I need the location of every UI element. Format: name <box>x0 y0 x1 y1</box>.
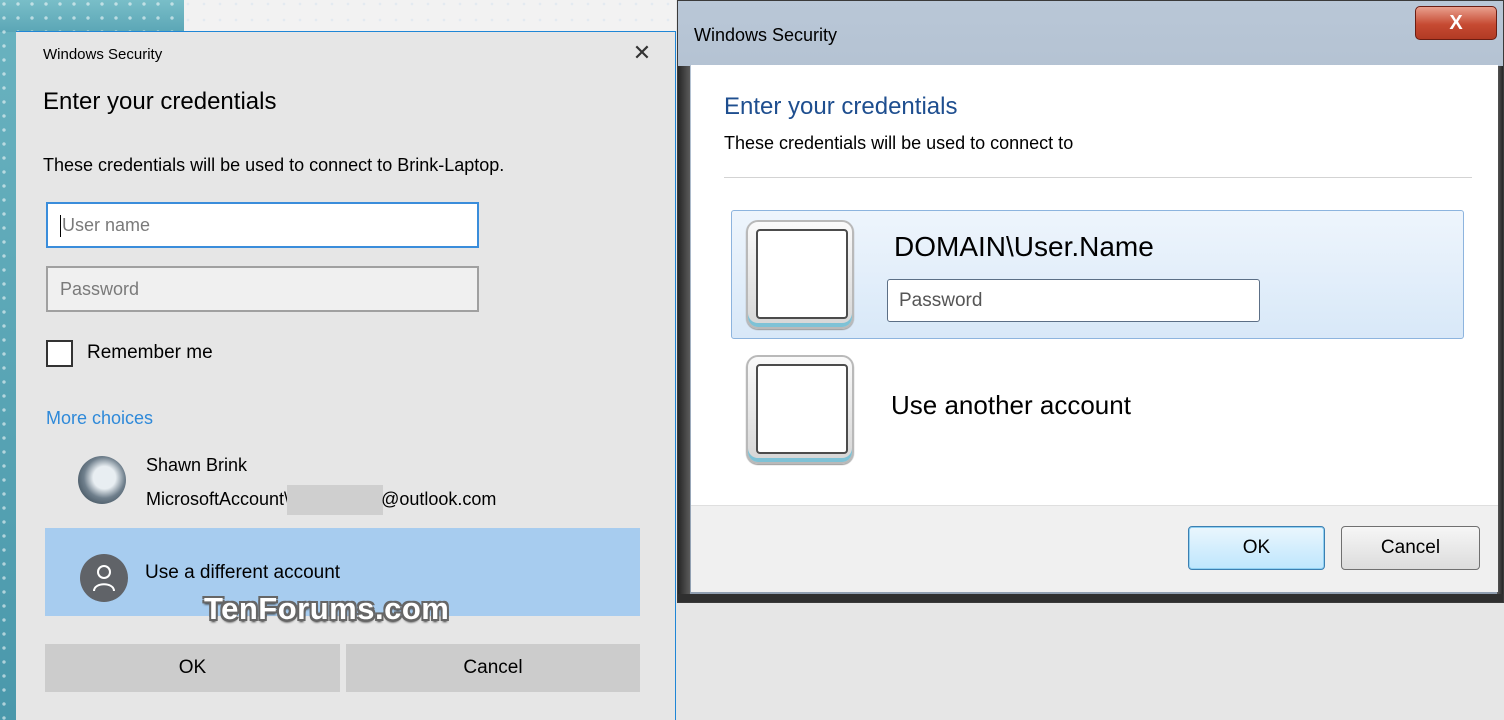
dialog-footer: OK Cancel <box>691 505 1498 592</box>
remember-me-label[interactable]: Remember me <box>87 342 213 364</box>
more-choices-link[interactable]: More choices <box>46 408 153 429</box>
dialog-title: Windows Security <box>694 25 838 45</box>
account-name: DOMAIN\User.Name <box>894 231 1154 262</box>
win7-credential-dialog: Windows Security X Enter your credential… <box>677 0 1504 603</box>
watermark: TenForums.com <box>204 591 450 626</box>
account-email-suffix: @outlook.com <box>381 488 497 509</box>
username-placeholder: User name <box>62 215 151 235</box>
dialog-description: These credentials will be used to connec… <box>724 133 1074 153</box>
background-pattern <box>184 0 676 32</box>
ok-button[interactable]: OK <box>45 644 340 692</box>
ok-button[interactable]: OK <box>1188 526 1325 570</box>
cancel-button[interactable]: Cancel <box>1341 526 1480 570</box>
dialog-heading: Enter your credentials <box>43 88 277 115</box>
use-another-account-option[interactable]: Use another account <box>891 390 1131 421</box>
divider <box>724 177 1472 178</box>
use-different-account-label: Use a different account <box>145 562 341 583</box>
account-name[interactable]: Shawn Brink <box>146 455 247 476</box>
username-input[interactable]: User name <box>46 202 479 248</box>
dialog-body: Enter your credentials These credentials… <box>691 65 1498 505</box>
account-email[interactable]: MicrosoftAccount\ @outlook.com <box>146 485 496 515</box>
password-input[interactable]: Password <box>887 279 1260 322</box>
dialog-description: These credentials will be used to connec… <box>43 155 505 175</box>
desktop-background <box>0 0 16 720</box>
user-icon <box>80 554 128 602</box>
cancel-button[interactable]: Cancel <box>346 644 640 692</box>
password-placeholder: Password <box>60 279 140 299</box>
text-cursor <box>60 215 61 238</box>
account-email-prefix: MicrosoftAccount\ <box>146 488 290 509</box>
account-avatar[interactable] <box>78 456 126 504</box>
window-frame-left <box>678 66 690 602</box>
win10-credential-dialog: Windows Security ✕ Enter your credential… <box>16 31 676 720</box>
password-input[interactable]: Password <box>46 266 479 312</box>
redacted-block <box>287 485 384 515</box>
dialog-heading: Enter your credentials <box>724 93 958 120</box>
close-icon[interactable]: ✕ <box>629 40 655 66</box>
password-placeholder: Password <box>899 290 983 311</box>
dialog-title: Windows Security <box>43 46 163 63</box>
another-account-picture-icon[interactable] <box>746 355 854 464</box>
desktop-background-top <box>0 0 184 32</box>
window-frame-bottom <box>678 594 1503 602</box>
close-icon[interactable]: X <box>1415 6 1497 40</box>
remember-me-checkbox[interactable] <box>46 340 73 367</box>
user-picture-icon[interactable] <box>746 220 854 329</box>
